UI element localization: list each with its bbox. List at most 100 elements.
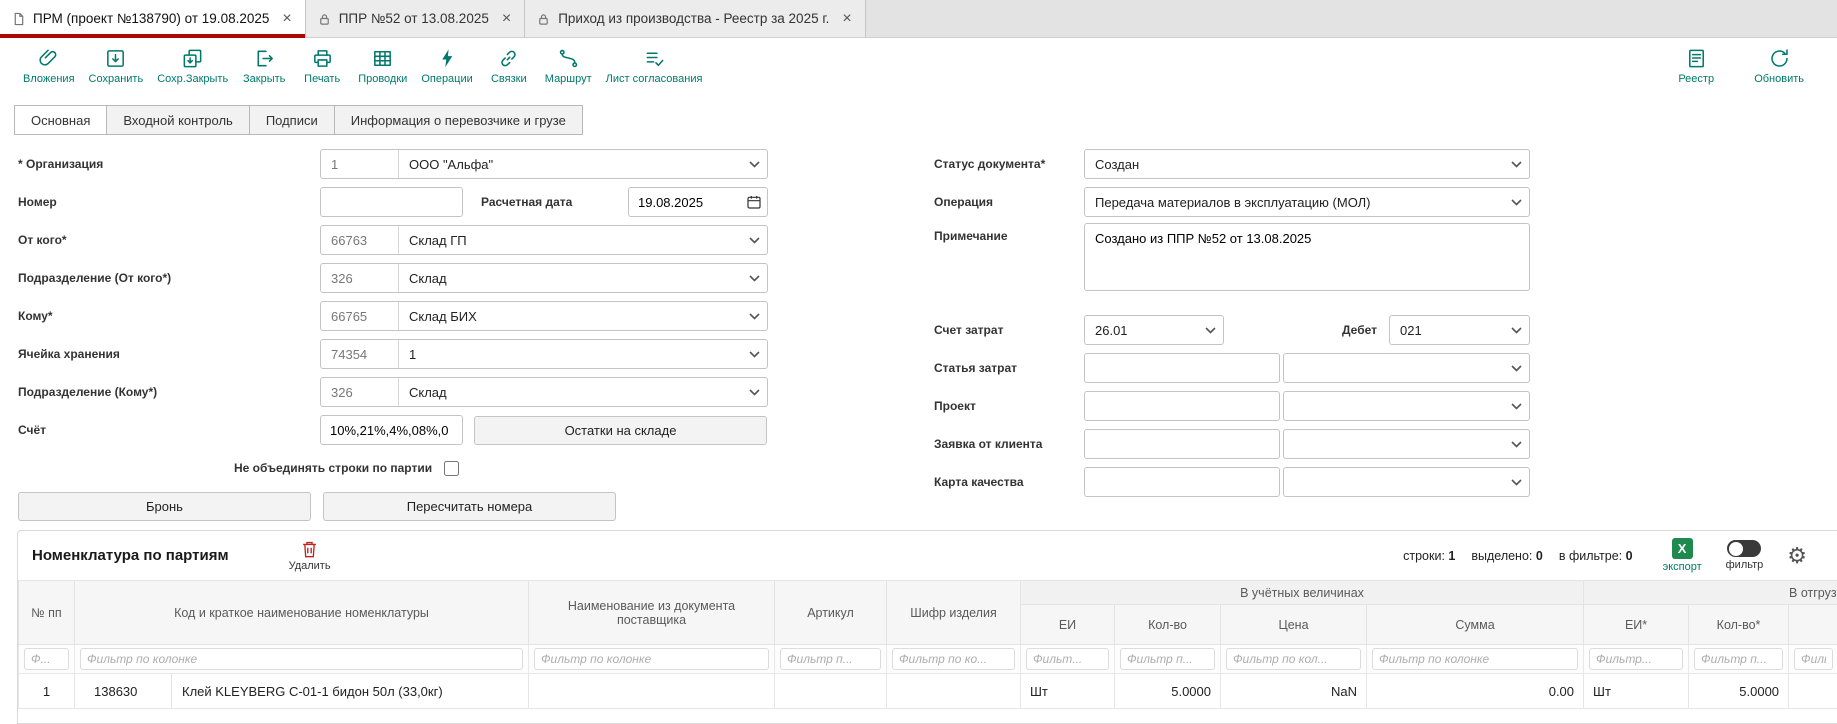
save-button[interactable]: Сохранить (82, 45, 151, 87)
col-header-qty[interactable]: Кол-во (1115, 605, 1221, 645)
registry-button[interactable]: Реестр (1667, 45, 1725, 87)
close-button[interactable]: Закрыть (235, 45, 293, 87)
cost-item-label: Статья затрат (934, 361, 1084, 375)
account-input[interactable] (320, 415, 463, 445)
filter-input-unit-ship[interactable] (1589, 648, 1683, 670)
group-header-accounting: В учётных величинах (1021, 581, 1584, 605)
client-request-select[interactable] (1283, 429, 1530, 459)
col-header-extra[interactable] (1789, 605, 1837, 645)
filter-input-unit[interactable] (1026, 648, 1109, 670)
links-button[interactable]: Связки (480, 45, 538, 87)
table-row[interactable]: 1 138630 Клей KLEYBERG С-01-1 бидон 50л … (19, 674, 1837, 709)
route-button[interactable]: Маршрут (538, 45, 599, 87)
filter-input-extra[interactable] (1794, 648, 1833, 670)
chain-icon (497, 47, 520, 70)
col-header-num[interactable]: № пп (19, 581, 75, 645)
storage-cell-label: Ячейка хранения (18, 347, 320, 361)
filter-input-total[interactable] (1372, 648, 1578, 670)
toggle-switch-icon[interactable] (1727, 540, 1761, 557)
close-tab-icon[interactable]: × (842, 11, 851, 27)
delete-row-button[interactable]: Удалить (289, 540, 331, 572)
calendar-icon[interactable] (741, 194, 767, 210)
operations-button[interactable]: Операции (414, 45, 479, 87)
col-header-total[interactable]: Сумма (1367, 605, 1584, 645)
filter-input-qty[interactable] (1120, 648, 1215, 670)
lightning-icon (436, 47, 459, 70)
col-header-price[interactable]: Цена (1221, 605, 1367, 645)
group-header-shipping: В отгруз (1584, 581, 1837, 605)
project-select[interactable] (1283, 391, 1530, 421)
close-tab-icon[interactable]: × (282, 11, 291, 27)
col-header-code-name[interactable]: Код и краткое наименование номенклатуры (75, 581, 529, 645)
project-code-input[interactable] (1084, 391, 1280, 421)
filter-input-product-code[interactable] (892, 648, 1015, 670)
print-button[interactable]: Печать (293, 45, 351, 87)
close-tab-icon[interactable]: × (502, 11, 511, 27)
form-tab-main[interactable]: Основная (14, 105, 107, 135)
filter-input-supplier-name[interactable] (534, 648, 769, 670)
col-header-article[interactable]: Артикул (775, 581, 887, 645)
postings-button[interactable]: Проводки (351, 45, 414, 87)
filter-input-article[interactable] (780, 648, 881, 670)
approval-sheet-button[interactable]: Лист согласования (599, 45, 710, 87)
no-merge-checkbox[interactable] (444, 461, 459, 476)
filter-input-qty-ship[interactable] (1694, 648, 1783, 670)
from-select[interactable]: 66763 Склад ГП (320, 225, 768, 255)
account-label: Счёт (18, 423, 320, 437)
col-header-qty-ship[interactable]: Кол-во* (1689, 605, 1789, 645)
col-header-supplier-name[interactable]: Наименование из документа поставщика (529, 581, 775, 645)
col-header-unit[interactable]: ЕИ (1021, 605, 1115, 645)
quality-card-code-input[interactable] (1084, 467, 1280, 497)
quality-card-select[interactable] (1283, 467, 1530, 497)
tab-document-ppr[interactable]: ППР №52 от 13.08.2025 × (306, 0, 525, 37)
registry-icon (1685, 47, 1708, 70)
attachments-button[interactable]: Вложения (16, 45, 82, 87)
cost-account-select[interactable]: 26.01 (1084, 315, 1224, 345)
filter-input-code-name[interactable] (80, 648, 523, 670)
operation-select[interactable]: Передача материалов в эксплуатацию (МОЛ) (1084, 187, 1530, 217)
from-label: От кого* (18, 233, 320, 247)
number-input[interactable] (320, 187, 463, 217)
form-tab-input-control[interactable]: Входной контроль (106, 105, 249, 135)
cell-qty-ship: 5.0000 (1689, 674, 1789, 709)
status-select[interactable]: Создан (1084, 149, 1530, 179)
col-header-product-code[interactable]: Шифр изделия (887, 581, 1021, 645)
to-label: Кому* (18, 309, 320, 323)
form-tab-carrier-info[interactable]: Информация о перевозчике и грузе (334, 105, 583, 135)
col-header-unit-ship[interactable]: ЕИ* (1584, 605, 1689, 645)
filter-toggle[interactable]: фильтр (1726, 540, 1764, 571)
recalc-numbers-button[interactable]: Пересчитать номера (323, 492, 616, 521)
chevron-down-icon (741, 389, 767, 396)
calc-date-input[interactable] (629, 195, 741, 210)
chevron-down-icon (741, 313, 767, 320)
cost-item-code-input[interactable] (1084, 353, 1280, 383)
save-close-button[interactable]: Сохр.Закрыть (150, 45, 235, 87)
note-textarea[interactable]: Создано из ППР №52 от 13.08.2025 (1084, 223, 1530, 291)
grid-stats: строки: 1 выделено: 0 в фильтре: 0 (1403, 549, 1632, 563)
dept-to-select[interactable]: 326 Склад (320, 377, 768, 407)
filter-input-price[interactable] (1226, 648, 1361, 670)
organization-select[interactable]: 1 ООО "Альфа" (320, 149, 768, 179)
filter-input-num[interactable] (24, 648, 69, 670)
tab-registry[interactable]: Приход из производства - Реестр за 2025 … (525, 0, 866, 37)
tab-document-prm[interactable]: ПРМ (проект №138790) от 19.08.2025 × (0, 0, 306, 37)
lock-icon (318, 12, 331, 26)
gear-icon[interactable]: ⚙ (1787, 545, 1807, 567)
active-tab-underline (0, 34, 305, 38)
export-button[interactable]: X экспорт (1663, 538, 1702, 573)
cell-extra (1789, 674, 1837, 709)
cost-item-select[interactable] (1283, 353, 1530, 383)
rows-count: 1 (1448, 549, 1455, 563)
cell-price: NaN (1221, 674, 1367, 709)
refresh-button[interactable]: Обновить (1747, 45, 1811, 87)
debit-label: Дебет (1224, 323, 1389, 337)
dept-from-select[interactable]: 326 Склад (320, 263, 768, 293)
calc-date-field[interactable] (628, 187, 768, 217)
form-tab-signatures[interactable]: Подписи (249, 105, 335, 135)
storage-cell-select[interactable]: 74354 1 (320, 339, 768, 369)
client-request-code-input[interactable] (1084, 429, 1280, 459)
reserve-button[interactable]: Бронь (18, 492, 311, 521)
debit-select[interactable]: 021 (1389, 315, 1530, 345)
stock-balance-button[interactable]: Остатки на складе (474, 416, 767, 445)
to-select[interactable]: 66765 Склад БИХ (320, 301, 768, 331)
